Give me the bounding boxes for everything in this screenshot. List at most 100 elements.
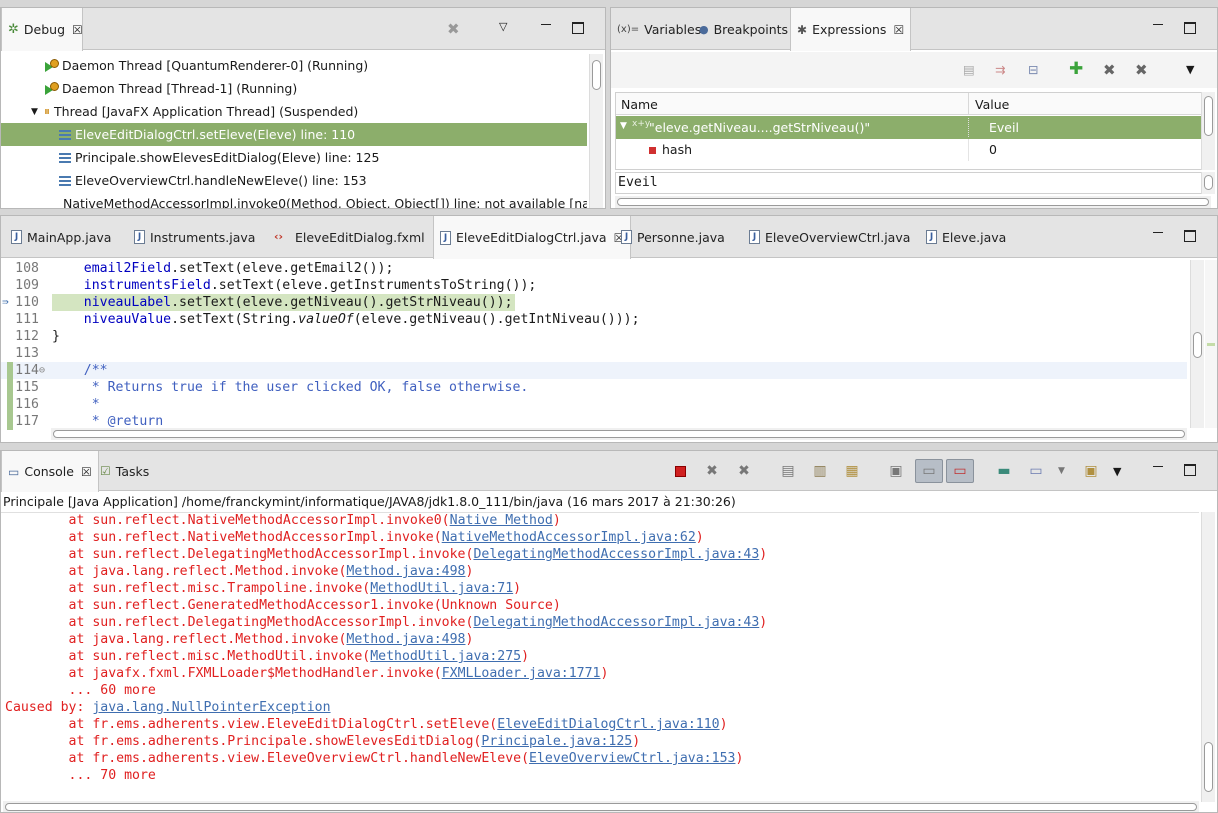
collapse-arrow-icon[interactable]: ▼ <box>620 121 627 131</box>
table-row[interactable]: hash 0 <box>616 139 1202 161</box>
show-on-stderr-icon[interactable]: ▭ <box>946 459 974 483</box>
maximize-icon[interactable] <box>1184 22 1196 34</box>
view-menu-icon[interactable]: ▼ <box>1113 465 1121 478</box>
show-type-names-icon[interactable]: ▤ <box>963 62 975 77</box>
java-file-icon: J <box>440 230 451 245</box>
console-output[interactable]: at sun.reflect.NativeMethodAccessorImpl.… <box>1 512 1199 802</box>
new-console-icon[interactable]: ▣ <box>1081 461 1101 481</box>
tree-row-frame-selected[interactable]: EleveEditDialogCtrl.setEleve(Eleve) line… <box>1 123 587 146</box>
expressions-vscroll[interactable] <box>1201 92 1215 170</box>
editor-tab[interactable]: J MainApp.java <box>5 216 117 258</box>
console-hscroll[interactable] <box>3 801 1199 812</box>
stack-trace-link[interactable]: EleveOverviewCtrl.java:153 <box>529 751 735 766</box>
stack-trace-link[interactable]: DelegatingMethodAccessorImpl.java:43 <box>473 615 759 630</box>
editor-hscroll[interactable] <box>51 428 1187 440</box>
tree-row-frame[interactable]: NativeMethodAccessorImpl.invoke0(Method,… <box>1 192 587 208</box>
collapse-all-icon[interactable]: ⊟ <box>1028 62 1038 77</box>
tree-row-frame[interactable]: EleveOverviewCtrl.handleNewEleve() line:… <box>1 169 587 192</box>
table-row-selected[interactable]: ▼ x+y "eleve.getNiveau....getStrNiveau()… <box>616 116 1202 139</box>
minimize-icon[interactable] <box>1152 230 1164 242</box>
stack-trace-link[interactable]: MethodUtil.java:275 <box>370 649 521 664</box>
tab-tasks[interactable]: ☑ Tasks <box>94 451 155 491</box>
scroll-thumb[interactable] <box>5 803 1197 811</box>
expression-detail-pane[interactable]: Eveil <box>615 172 1203 194</box>
java-file-icon: J <box>134 230 145 244</box>
scroll-thumb[interactable] <box>1204 175 1213 190</box>
stack-trace-link[interactable]: EleveEditDialogCtrl.java:110 <box>497 717 719 732</box>
close-icon[interactable]: ☒ <box>72 23 83 37</box>
open-console-icon[interactable]: ▬ <box>994 461 1014 481</box>
column-value[interactable]: Value <box>975 97 1009 112</box>
minimize-icon[interactable] <box>1152 464 1164 476</box>
bug-icon: ✲ <box>8 22 19 37</box>
view-menu-icon[interactable]: ▽ <box>499 20 507 33</box>
scroll-thumb[interactable] <box>1204 96 1213 136</box>
stack-trace-link[interactable]: Method.java:498 <box>346 564 465 579</box>
stack-trace-link[interactable]: Principale.java:125 <box>481 734 632 749</box>
stack-trace-link[interactable]: Native Method <box>450 513 553 528</box>
stack-trace-link[interactable]: NativeMethodAccessorImpl.java:62 <box>442 530 696 545</box>
view-menu-icon[interactable]: ▼ <box>1186 63 1194 76</box>
display-selected-console-icon[interactable]: ▭ <box>1026 461 1046 481</box>
tree-row-frame[interactable]: Principale.showElevesEditDialog(Eleve) l… <box>1 146 587 169</box>
remove-all-terminated-icon[interactable]: ✖ <box>734 461 754 481</box>
minimize-icon[interactable] <box>540 22 552 34</box>
close-icon[interactable]: ☒ <box>893 23 904 37</box>
dropdown-arrow-icon[interactable]: ▼ <box>1058 466 1065 476</box>
remove-all-expressions-icon[interactable]: ✖ <box>1135 61 1148 79</box>
add-expression-icon[interactable]: ✚ <box>1069 59 1083 79</box>
stack-trace-link[interactable]: java.lang.NullPointerException <box>92 700 330 715</box>
scroll-thumb[interactable] <box>1193 332 1202 358</box>
tab-console[interactable]: ▭ Console ☒ <box>1 451 99 492</box>
detail-vscroll[interactable] <box>1201 172 1215 194</box>
console-text: ) <box>719 717 728 732</box>
tree-row-thread[interactable]: Daemon Thread [Thread-1] (Running) <box>1 77 587 100</box>
overview-ruler <box>1205 260 1217 428</box>
terminate-icon[interactable] <box>675 466 686 477</box>
editor-tab[interactable]: J EleveOverviewCtrl.java <box>743 216 916 258</box>
scroll-thumb[interactable] <box>53 430 1185 438</box>
scroll-thumb[interactable] <box>1204 742 1213 792</box>
tab-breakpoints[interactable]: ● Breakpoints <box>693 8 794 50</box>
scroll-thumb[interactable] <box>617 198 1209 206</box>
tree-row-thread[interactable]: Daemon Thread [QuantumRenderer-0] (Runni… <box>1 54 587 77</box>
scroll-thumb[interactable] <box>592 60 601 90</box>
stack-trace-link[interactable]: Method.java:498 <box>346 632 465 647</box>
debug-tabbar: ✲ Debug ☒ ✖ ▽ <box>1 8 605 51</box>
java-file-icon: J <box>926 230 937 244</box>
debug-vscroll[interactable] <box>589 54 603 208</box>
show-on-stdout-icon[interactable]: ▭ <box>915 459 943 483</box>
stack-trace-link[interactable]: DelegatingMethodAccessorImpl.java:43 <box>473 547 759 562</box>
remove-all-terminated-icon[interactable]: ✖ <box>447 20 460 38</box>
remove-launch-icon[interactable]: ✖ <box>702 461 722 481</box>
editor-tab[interactable]: J Instruments.java <box>128 216 261 258</box>
editor-tab[interactable]: ‹› EleveEditDialog.fxml <box>268 216 431 258</box>
fold-icon[interactable]: ⊖ <box>39 362 45 379</box>
code-editor[interactable]: ⇛ 108 email2Field.setText(eleve.getEmail… <box>1 260 1217 430</box>
pin-console-icon[interactable]: ▣ <box>886 461 906 481</box>
maximize-icon[interactable] <box>1184 464 1196 476</box>
minimize-icon[interactable] <box>1152 22 1164 34</box>
maximize-icon[interactable] <box>1184 230 1196 242</box>
remove-expression-icon[interactable]: ✖ <box>1103 61 1116 79</box>
maximize-icon[interactable] <box>572 22 584 34</box>
detail-hscroll[interactable] <box>615 196 1211 208</box>
editor-vscroll[interactable] <box>1190 260 1204 428</box>
column-name[interactable]: Name <box>621 97 658 112</box>
collapse-arrow-icon[interactable]: ▼ <box>31 107 44 117</box>
tree-row-thread-suspended[interactable]: ▼ ⏸ Thread [JavaFX Application Thread] (… <box>1 100 587 123</box>
stack-trace-link[interactable]: FXMLLoader.java:1771 <box>442 666 601 681</box>
console-vscroll[interactable] <box>1201 512 1215 802</box>
editor-tab-active[interactable]: J EleveEditDialogCtrl.java ☒ <box>433 216 632 259</box>
stack-trace-link[interactable]: MethodUtil.java:71 <box>370 581 513 596</box>
editor-tab[interactable]: J Eleve.java <box>920 216 1012 258</box>
clear-console-icon[interactable]: ▤ <box>778 461 798 481</box>
editor-tab[interactable]: J Personne.java <box>615 216 731 258</box>
tab-debug[interactable]: ✲ Debug ☒ <box>1 8 83 51</box>
console-lines: at sun.reflect.NativeMethodAccessorImpl.… <box>5 513 1199 802</box>
show-logical-structure-icon[interactable]: ⇉ <box>995 62 1005 77</box>
word-wrap-icon[interactable]: ▦ <box>842 461 862 481</box>
close-icon[interactable]: ☒ <box>81 465 92 479</box>
tab-expressions[interactable]: ✱ Expressions ☒ <box>790 8 912 51</box>
scroll-lock-icon[interactable]: ▥ <box>810 461 830 481</box>
